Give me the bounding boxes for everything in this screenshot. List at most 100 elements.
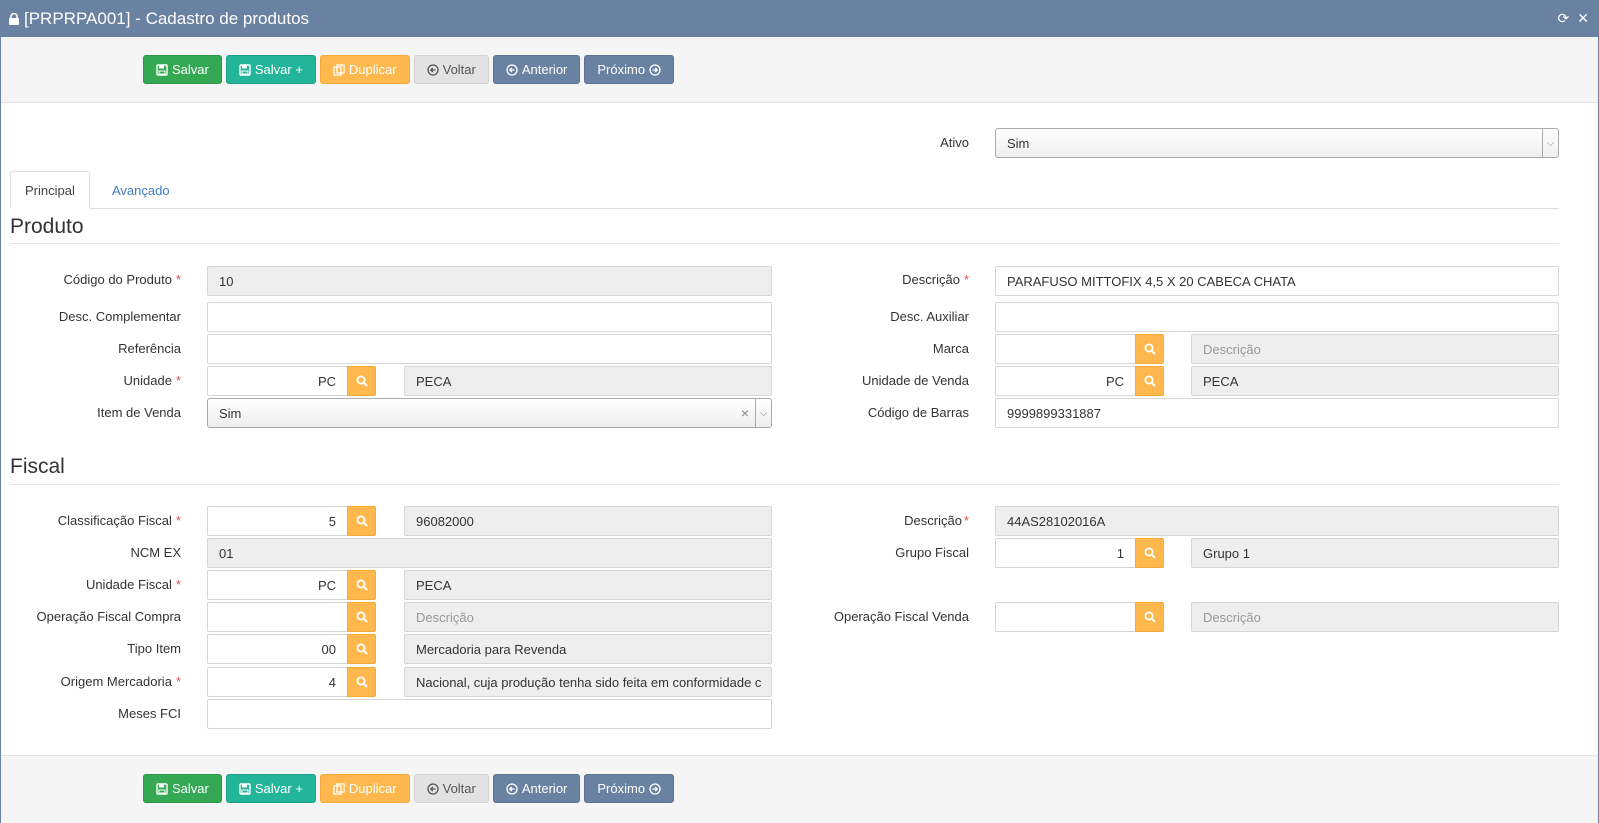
tipo-item-label: Tipo Item <box>127 641 181 656</box>
ativo-select[interactable]: Sim ⌵ <box>995 128 1559 158</box>
desc-auxiliar-label: Desc. Auxiliar <box>890 309 969 324</box>
codigo-label: Código do Produto * <box>63 272 181 287</box>
unidade-venda-field[interactable]: PC <box>995 366 1136 396</box>
unidade-fiscal-label: Unidade Fiscal * <box>85 577 181 592</box>
op-compra-search-button[interactable] <box>347 602 376 632</box>
next-button[interactable]: Próximo <box>584 55 675 84</box>
save-plus-button[interactable]: Salvar + <box>225 55 316 84</box>
arrow-circle-left-icon <box>506 63 518 76</box>
unidade-field[interactable]: PC <box>207 366 348 396</box>
search-icon <box>356 643 368 655</box>
referencia-label: Referência <box>118 341 181 356</box>
op-venda-search-button[interactable] <box>1135 602 1164 632</box>
tipo-item-search-button[interactable] <box>347 634 376 664</box>
previous-button[interactable]: Anterior <box>492 55 581 84</box>
search-icon <box>356 375 368 387</box>
meses-fci-label: Meses FCI <box>118 706 181 721</box>
save-button[interactable]: Salvar <box>143 774 222 803</box>
classificacao-label: Classificação Fiscal * <box>57 513 181 528</box>
marca-search-button[interactable] <box>1135 334 1164 364</box>
previous-label: Anterior <box>521 62 568 77</box>
clear-icon[interactable]: × <box>741 405 749 421</box>
section-produto-title: Produto <box>10 215 84 238</box>
op-compra-field[interactable] <box>207 602 348 632</box>
codigo-field[interactable]: 10 <box>207 266 772 296</box>
previous-button[interactable]: Anterior <box>492 774 581 803</box>
unidade-venda-label: Unidade de Venda <box>862 373 969 388</box>
origem-search-button[interactable] <box>347 667 376 697</box>
save-label: Salvar <box>172 781 209 796</box>
origem-field[interactable]: 4 <box>207 667 348 697</box>
unidade-label: Unidade * <box>123 373 182 388</box>
marca-label: Marca <box>932 341 969 356</box>
copy-icon <box>333 782 345 795</box>
arrow-circle-right-icon <box>649 782 661 795</box>
section-fiscal-title: Fiscal <box>10 455 65 478</box>
marca-field[interactable] <box>995 334 1136 364</box>
search-icon <box>356 676 368 688</box>
previous-label: Anterior <box>521 781 568 796</box>
referencia-field[interactable] <box>207 334 772 364</box>
chevron-down-icon: ⌵ <box>755 399 771 427</box>
save-button[interactable]: Salvar <box>143 55 222 84</box>
save-plus-button[interactable]: Salvar + <box>225 774 316 803</box>
op-venda-field[interactable] <box>995 602 1136 632</box>
descricao-label: Descrição * <box>902 272 969 287</box>
op-venda-desc-field: Descrição <box>1191 602 1559 632</box>
tab-principal[interactable]: Principal <box>10 171 90 209</box>
op-venda-label: Operação Fiscal Venda <box>833 609 969 624</box>
grupo-fiscal-search-button[interactable] <box>1135 538 1164 568</box>
desc-complementar-field[interactable] <box>207 302 772 332</box>
back-label: Voltar <box>442 62 476 77</box>
duplicate-button[interactable]: Duplicar <box>319 774 410 803</box>
save-plus-label: Salvar + <box>254 62 303 77</box>
classificacao-desc-field: 96082000 <box>404 506 772 536</box>
descricao-field[interactable]: PARAFUSO MITTOFIX 4,5 X 20 CABECA CHATA <box>995 266 1559 296</box>
codigo-barras-field[interactable]: 9999899331887 <box>995 398 1559 428</box>
tab-bar: Principal Avançado <box>10 171 1559 209</box>
top-toolbar: Salvar Salvar + Duplicar Voltar Anterior… <box>1 37 1598 103</box>
tab-avancado[interactable]: Avançado <box>98 171 184 209</box>
tipo-item-field[interactable]: 00 <box>207 634 348 664</box>
grupo-fiscal-desc-field: Grupo 1 <box>1191 538 1559 568</box>
unidade-fiscal-field[interactable]: PC <box>207 570 348 600</box>
refresh-icon[interactable]: ⟳ <box>1558 10 1570 27</box>
divider <box>10 484 1559 485</box>
search-icon <box>1144 611 1156 623</box>
item-venda-label: Item de Venda <box>97 405 181 420</box>
next-button[interactable]: Próximo <box>584 774 675 803</box>
unidade-fiscal-search-button[interactable] <box>347 570 376 600</box>
back-button[interactable]: Voltar <box>413 774 489 803</box>
chevron-down-icon: ⌵ <box>1542 129 1558 157</box>
lock-icon <box>9 12 19 25</box>
duplicate-label: Duplicar <box>348 62 397 77</box>
grupo-fiscal-field[interactable]: 1 <box>995 538 1136 568</box>
search-icon <box>356 515 368 527</box>
classificacao-field[interactable]: 5 <box>207 506 348 536</box>
save-label: Salvar <box>172 62 209 77</box>
fiscal-descricao-field: 44AS28102016A <box>995 506 1559 536</box>
arrow-circle-left-icon <box>506 782 518 795</box>
duplicate-button[interactable]: Duplicar <box>319 55 410 84</box>
arrow-circle-left-icon <box>426 63 439 76</box>
floppy-icon <box>156 782 168 795</box>
unidade-search-button[interactable] <box>347 366 376 396</box>
back-button[interactable]: Voltar <box>413 55 489 84</box>
ncm-ex-field: 01 <box>207 538 772 568</box>
desc-complementar-label: Desc. Complementar <box>58 309 181 324</box>
next-label: Próximo <box>597 62 646 77</box>
item-venda-select[interactable]: Sim × ⌵ <box>207 398 772 428</box>
search-icon <box>356 611 368 623</box>
unidade-venda-search-button[interactable] <box>1135 366 1164 396</box>
floppy-icon <box>239 782 251 795</box>
fiscal-descricao-label: Descrição * <box>904 513 969 528</box>
search-icon <box>1144 547 1156 559</box>
floppy-icon <box>156 63 168 76</box>
close-icon[interactable]: ✕ <box>1577 10 1589 27</box>
desc-auxiliar-field[interactable] <box>995 302 1559 332</box>
floppy-icon <box>239 63 251 76</box>
tipo-item-desc-field: Mercadoria para Revenda <box>404 634 772 664</box>
meses-fci-field[interactable] <box>207 699 772 729</box>
op-compra-desc-field: Descrição <box>404 602 772 632</box>
classificacao-search-button[interactable] <box>347 506 376 536</box>
